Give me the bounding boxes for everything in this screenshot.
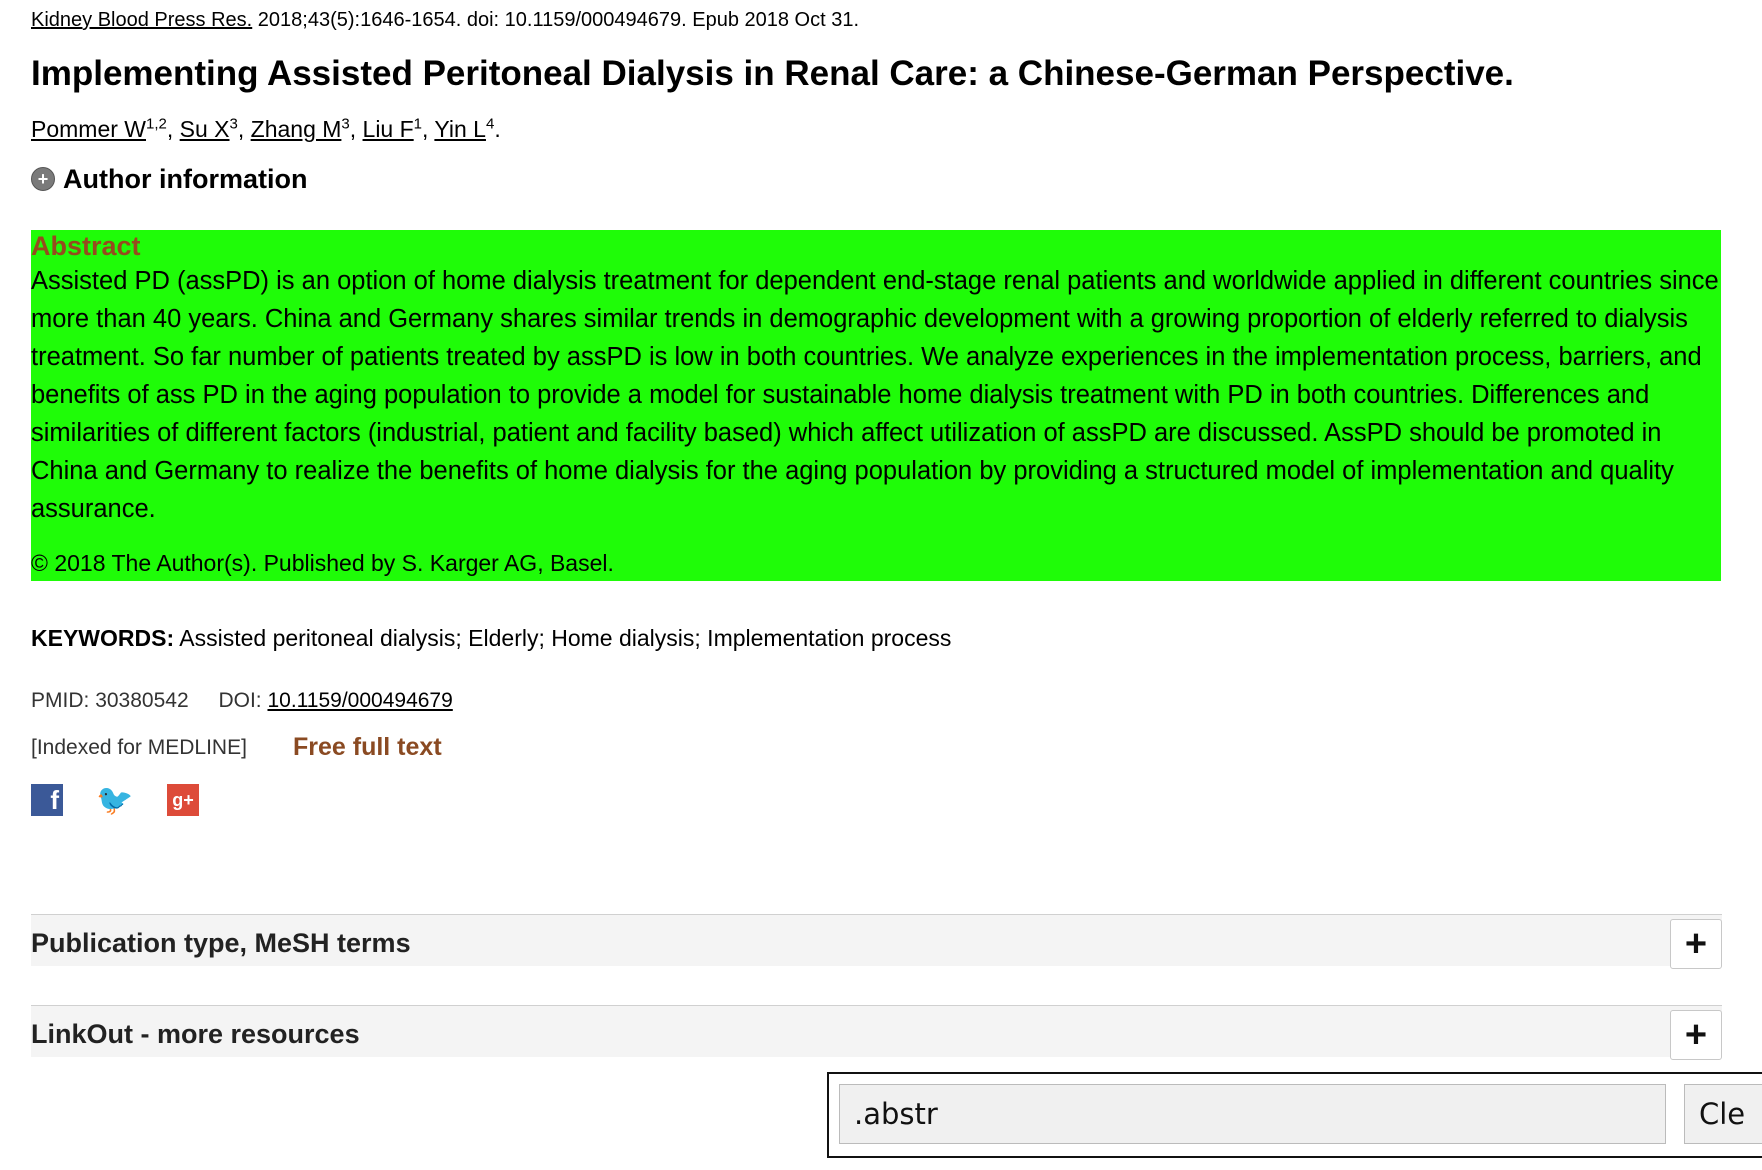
pmid-label: PMID: <box>31 689 90 712</box>
author-affiliation: 1,2 <box>146 115 167 133</box>
free-full-text-link[interactable]: Free full text <box>293 729 442 765</box>
citation: Kidney Blood Press Res. 2018;43(5):1646-… <box>31 8 859 32</box>
keywords-label: KEYWORDS: <box>31 625 175 651</box>
author-affiliation: 3 <box>229 115 238 133</box>
twitter-icon[interactable]: 🐦 <box>96 784 133 817</box>
panel-title: LinkOut - more resources <box>31 1019 360 1049</box>
plus-circle-icon[interactable]: + <box>31 167 55 191</box>
clear-button[interactable]: Cle <box>1684 1084 1762 1144</box>
keywords-value: Assisted peritoneal dialysis; Elderly; H… <box>179 625 952 651</box>
author-affiliation: 3 <box>341 115 350 133</box>
author-affiliation: 1 <box>413 115 423 133</box>
pmid-value: 30380542 <box>95 689 189 712</box>
abstract-heading: Abstract <box>31 231 141 261</box>
panel-title: Publication type, MeSH terms <box>31 928 411 958</box>
publication-type-panel[interactable]: Publication type, MeSH terms + <box>31 914 1722 969</box>
expand-plus-icon[interactable]: + <box>1670 919 1722 969</box>
linkout-panel[interactable]: LinkOut - more resources + <box>31 1005 1722 1060</box>
social-share: f 🐦 g+ <box>31 784 199 817</box>
author-link[interactable]: Liu F <box>363 116 414 142</box>
filter-input[interactable] <box>839 1084 1666 1144</box>
doi-link[interactable]: 10.1159/000494679 <box>267 689 452 712</box>
author-list: Pommer W1,2, Su X3, Zhang M3, Liu F1, Yi… <box>31 115 501 142</box>
devtools-filter-bar: Cle <box>827 1072 1762 1158</box>
keywords: KEYWORDS: Assisted peritoneal dialysis; … <box>31 622 951 654</box>
author-information-label: Author information <box>63 164 308 194</box>
indexed-status: [Indexed for MEDLINE] <box>31 736 247 759</box>
citation-details: 2018;43(5):1646-1654. doi: 10.1159/00049… <box>257 9 860 31</box>
author-link[interactable]: Su X <box>180 116 230 142</box>
journal-link[interactable]: Kidney Blood Press Res. <box>31 9 252 31</box>
abstract-copyright: © 2018 The Author(s). Published by S. Ka… <box>31 550 614 576</box>
doi-label: DOI: <box>218 689 262 712</box>
facebook-icon[interactable]: f <box>31 784 63 816</box>
abstract-section: Abstract Assisted PD (assPD) is an optio… <box>31 230 1721 581</box>
expand-plus-icon[interactable]: + <box>1670 1010 1722 1060</box>
author-link[interactable]: Zhang M <box>251 116 342 142</box>
author-link[interactable]: Pommer W <box>31 116 146 142</box>
author-information-toggle[interactable]: + Author information <box>31 162 307 196</box>
author-affiliation: 4 <box>485 115 495 133</box>
google-plus-icon[interactable]: g+ <box>167 784 199 816</box>
article-identifiers: PMID: 30380542 DOI: 10.1159/000494679 <box>31 686 453 716</box>
author-link[interactable]: Yin L <box>434 116 486 142</box>
abstract-text: Assisted PD (assPD) is an option of home… <box>31 267 1719 523</box>
article-title: Implementing Assisted Peritoneal Dialysi… <box>31 54 1514 93</box>
